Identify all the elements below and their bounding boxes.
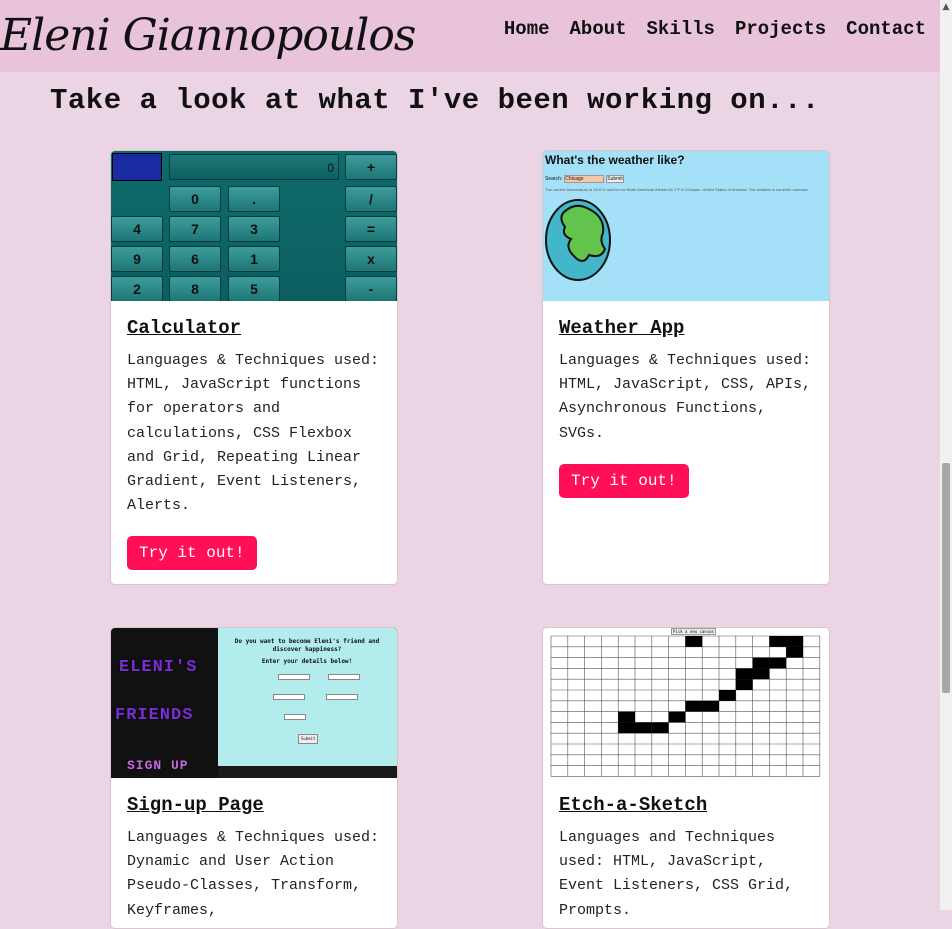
etch-thumbnail[interactable]: Pick a new canvas [543, 628, 829, 778]
signup-neon-line: FRIENDS [115, 706, 194, 725]
globe-icon [545, 199, 611, 281]
etch-filled-cell [769, 657, 787, 669]
calc-key: 1 [228, 246, 280, 272]
etch-filled-cell [735, 679, 753, 690]
signup-form-title: Do you want to become Eleni's friend and… [234, 638, 380, 653]
project-card-calculator: 0 + 0 . / 4 7 3 = 9 6 1 x 2 8 5 - Calcul… [110, 150, 398, 585]
etch-grid [550, 635, 821, 777]
etch-filled-cell [618, 711, 635, 723]
calc-key: 5 [228, 276, 280, 301]
site-logo[interactable]: Eleni Giannopoulos [0, 0, 460, 72]
project-card-signup: ELENI'S FRIENDS SIGN UP Do you want to b… [110, 627, 398, 929]
calc-key: 3 [228, 216, 280, 242]
calculator-logo-image [112, 153, 162, 181]
signup-neon-line: ELENI'S [119, 658, 198, 677]
etch-filled-cell [786, 646, 803, 658]
calc-key: . [228, 186, 280, 212]
signup-field [284, 714, 306, 720]
signup-field [328, 674, 360, 680]
weather-search-row: Search: Chicago Submit [545, 175, 624, 183]
project-description: Languages & Techniques used: Dynamic and… [127, 829, 380, 919]
etch-filled-cell [635, 722, 652, 734]
etch-filled-cell [752, 668, 770, 680]
scrollbar-thumb[interactable] [942, 463, 950, 693]
etch-filled-cell [769, 636, 787, 647]
signup-form-subtitle: Enter your details below! [261, 658, 353, 665]
calc-key: x [345, 246, 397, 272]
signup-form-panel: Do you want to become Eleni's friend and… [218, 628, 397, 766]
project-title[interactable]: Sign-up Page [127, 794, 381, 816]
signup-submit-button: Submit [298, 734, 319, 744]
calc-key: + [345, 154, 397, 180]
etch-filled-cell [752, 657, 770, 669]
project-title[interactable]: Weather App [559, 317, 813, 339]
signup-field [326, 694, 358, 700]
project-card-weather: What's the weather like? Search: Chicago… [542, 150, 830, 585]
weather-thumb-title: What's the weather like? [545, 153, 685, 167]
calculator-thumbnail[interactable]: 0 + 0 . / 4 7 3 = 9 6 1 x 2 8 5 - [111, 151, 397, 301]
project-description: Languages & Techniques used: HTML, JavaS… [127, 352, 380, 515]
signup-neon-line: SIGN UP [127, 758, 189, 773]
project-card-etch: Pick a new canvas Etch-a-Sketch Language… [542, 627, 830, 929]
calc-key: 4 [111, 216, 163, 242]
etch-filled-cell [786, 636, 803, 647]
calc-key: 7 [169, 216, 221, 242]
weather-search-input: Chicago [564, 175, 605, 183]
calculator-display: 0 [169, 154, 339, 180]
calc-key: - [345, 276, 397, 301]
nav-home[interactable]: Home [504, 14, 550, 44]
calc-key: / [345, 186, 397, 212]
calc-key: 9 [111, 246, 163, 272]
site-header: Eleni Giannopoulos Home About Skills Pro… [0, 0, 940, 72]
calc-key: 0 [169, 186, 221, 212]
etch-filled-cell [735, 668, 753, 680]
main-nav: Home About Skills Projects Contact [504, 14, 926, 44]
etch-filled-cell [668, 711, 686, 723]
section-heading: Take a look at what I've been working on… [50, 84, 820, 117]
ticker-strip [218, 766, 397, 778]
project-description: Languages & Techniques used: HTML, JavaS… [559, 352, 812, 442]
etch-filled-cell [685, 636, 703, 647]
calc-key: 2 [111, 276, 163, 301]
weather-result-text: The current temperature is 15.6°C and fo… [545, 187, 809, 191]
project-title[interactable]: Etch-a-Sketch [559, 794, 813, 816]
etch-filled-cell [651, 722, 669, 734]
project-title[interactable]: Calculator [127, 317, 381, 339]
signup-thumbnail[interactable]: ELENI'S FRIENDS SIGN UP Do you want to b… [111, 628, 397, 778]
etch-filled-cell [618, 722, 635, 734]
scroll-up-icon[interactable]: ▲ [940, 0, 952, 14]
project-description: Languages and Techniques used: HTML, Jav… [559, 829, 794, 919]
calc-key: 6 [169, 246, 221, 272]
nav-contact[interactable]: Contact [846, 14, 926, 44]
etch-filled-cell [719, 690, 736, 701]
page-scrollbar[interactable]: ▲ [940, 0, 952, 910]
weather-thumbnail[interactable]: What's the weather like? Search: Chicago… [543, 151, 829, 301]
nav-projects[interactable]: Projects [735, 14, 826, 44]
nav-about[interactable]: About [570, 14, 627, 44]
signup-field [278, 674, 310, 680]
try-it-out-button[interactable]: Try it out! [559, 463, 689, 498]
weather-submit-button: Submit [606, 175, 624, 183]
weather-search-label: Search: [545, 176, 563, 182]
calc-key: 8 [169, 276, 221, 301]
nav-skills[interactable]: Skills [647, 14, 715, 44]
etch-filled-cell [702, 700, 719, 712]
etch-filled-cell [685, 700, 703, 712]
calc-key: = [345, 216, 397, 242]
signup-field [273, 694, 305, 700]
try-it-out-button[interactable]: Try it out! [127, 536, 257, 571]
